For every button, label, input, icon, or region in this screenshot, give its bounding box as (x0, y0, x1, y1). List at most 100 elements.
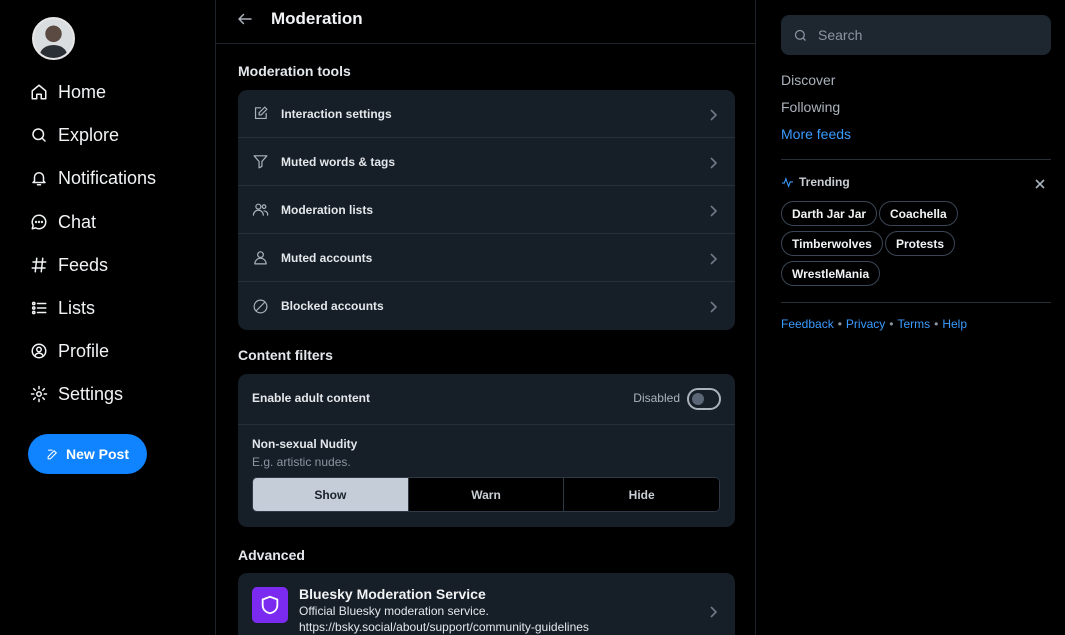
people-icon (252, 203, 269, 216)
separator: • (889, 317, 894, 331)
row-blocked-accounts[interactable]: Blocked accounts (238, 282, 735, 330)
footer-feedback[interactable]: Feedback (781, 317, 834, 331)
footer-help[interactable]: Help (942, 317, 967, 331)
user-circle-icon (31, 343, 47, 359)
adult-content-label: Enable adult content (252, 391, 371, 405)
trending-topic[interactable]: Timberwolves (781, 231, 883, 256)
edit-square-icon (254, 106, 268, 120)
trending-icon (782, 176, 793, 188)
trending-topic[interactable]: Protests (885, 231, 956, 256)
search-input[interactable] (818, 27, 1028, 43)
nav-label: Profile (58, 340, 110, 361)
nav-label: Chat (58, 211, 97, 232)
row-moderation-lists[interactable]: Moderation lists (238, 186, 735, 234)
adult-content-toggle[interactable] (687, 388, 721, 410)
trending-topic[interactable]: Darth Jar Jar (781, 201, 878, 226)
row-muted-accounts[interactable]: Muted accounts (238, 234, 735, 282)
gear-icon (30, 385, 48, 403)
filter-icon (253, 155, 268, 169)
chevron-right-icon (707, 108, 719, 121)
section-heading-advanced: Advanced (238, 547, 305, 563)
block-icon (253, 299, 268, 313)
chat-icon (31, 214, 47, 230)
nav-explore[interactable]: Explore (30, 122, 119, 148)
footer-privacy[interactable]: Privacy (846, 317, 885, 331)
service-name: Bluesky Moderation Service (299, 586, 486, 602)
nav-feeds[interactable]: Feeds (30, 252, 108, 278)
row-muted-words[interactable]: Muted words & tags (238, 138, 735, 186)
nav-settings[interactable]: Settings (30, 381, 123, 407)
bell-icon (32, 172, 46, 186)
trending-topic[interactable]: WrestleMania (781, 261, 881, 286)
left-navigation: Home Explore Notifications Chat Feeds Li… (0, 0, 215, 635)
feed-link-discover[interactable]: Discover (781, 72, 835, 88)
nav-label: Home (58, 81, 107, 102)
separator: • (934, 317, 939, 331)
nav-label: Lists (58, 297, 96, 318)
close-icon[interactable] (1034, 177, 1046, 189)
row-label: Muted accounts (281, 250, 373, 265)
chevron-right-icon (707, 204, 719, 217)
arrow-left-icon (238, 13, 252, 25)
trending-title: Trending (799, 175, 850, 189)
chevron-right-icon (707, 605, 719, 618)
compose-icon (47, 449, 58, 459)
chevron-right-icon (707, 300, 719, 313)
nudity-title: Non-sexual Nudity (252, 437, 358, 451)
feed-link-more-feeds[interactable]: More feeds (781, 126, 851, 142)
row-label: Moderation lists (281, 202, 374, 217)
nav-notifications[interactable]: Notifications (30, 165, 156, 191)
trending-header: Trending (781, 175, 850, 189)
nudity-filter: Non-sexual Nudity E.g. artistic nudes. S… (238, 425, 735, 527)
moderation-service-card[interactable]: Bluesky Moderation Service Official Blue… (238, 573, 735, 635)
service-url: https://bsky.social/about/support/commun… (299, 620, 589, 634)
new-post-label: New Post (65, 446, 129, 462)
chevron-right-icon (707, 156, 719, 169)
nav-home[interactable]: Home (30, 79, 106, 105)
section-heading-content-filters: Content filters (238, 347, 333, 363)
section-heading-moderation-tools: Moderation tools (238, 63, 351, 79)
nav-lists[interactable]: Lists (30, 295, 95, 321)
row-interaction-settings[interactable]: Interaction settings (238, 90, 735, 138)
separator: • (837, 317, 842, 331)
nav-label: Settings (58, 383, 124, 404)
nav-label: Feeds (58, 254, 109, 275)
avatar[interactable] (32, 17, 75, 60)
row-label: Muted words & tags (281, 154, 396, 169)
shield-icon (252, 587, 288, 623)
search-icon (794, 29, 806, 41)
footer-links: Feedback • Privacy • Terms • Help (781, 317, 967, 331)
adult-content-row: Enable adult content Disabled (238, 374, 735, 425)
adult-content-status: Disabled (633, 391, 680, 405)
row-label: Interaction settings (281, 106, 392, 121)
option-warn[interactable]: Warn (408, 478, 565, 511)
feed-link-following[interactable]: Following (781, 99, 840, 115)
footer-terms[interactable]: Terms (897, 317, 930, 331)
row-label: Blocked accounts (281, 299, 384, 313)
nav-label: Explore (58, 124, 120, 145)
search-box[interactable] (781, 15, 1051, 55)
nav-label: Notifications (58, 167, 157, 188)
trending-topic[interactable]: Coachella (879, 201, 958, 226)
main-column: Moderation Moderation tools Interaction … (215, 0, 756, 635)
back-button[interactable] (236, 10, 256, 30)
search-icon (32, 128, 46, 142)
divider (781, 302, 1051, 303)
option-hide[interactable]: Hide (564, 478, 719, 511)
chevron-right-icon (707, 252, 719, 265)
list-icon (31, 301, 47, 315)
hash-icon (31, 257, 47, 273)
nudity-description: E.g. artistic nudes. (252, 455, 351, 469)
person-icon (254, 251, 267, 265)
nav-chat[interactable]: Chat (30, 209, 96, 235)
home-icon (31, 84, 47, 100)
moderation-tools-card: Interaction settings Muted words & tags … (238, 90, 735, 330)
nav-profile[interactable]: Profile (30, 338, 109, 364)
new-post-button[interactable]: New Post (28, 434, 147, 474)
content-filters-card: Enable adult content Disabled Non-sexual… (238, 374, 735, 527)
page-header: Moderation (216, 0, 756, 44)
divider (781, 159, 1051, 160)
nudity-segmented-control: Show Warn Hide (252, 477, 720, 512)
page-title: Moderation (271, 9, 363, 28)
option-show[interactable]: Show (253, 478, 409, 511)
